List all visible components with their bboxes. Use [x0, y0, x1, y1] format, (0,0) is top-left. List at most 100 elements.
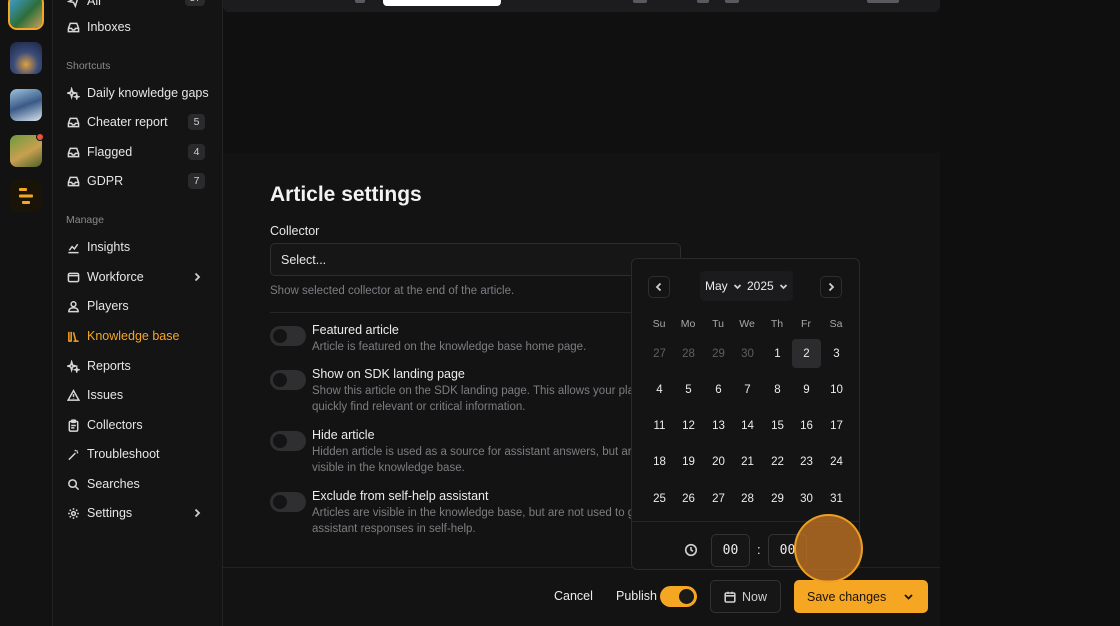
cancel-button[interactable]: Cancel [554, 589, 593, 603]
sidebar-item-label: Reports [87, 359, 131, 373]
workspace-avatar-3[interactable] [10, 89, 42, 121]
calendar-day[interactable]: 4 [645, 375, 674, 404]
sidebar-item-workforce[interactable]: Workforce [59, 264, 211, 290]
sidebar-item-collectors[interactable]: Collectors [59, 412, 211, 438]
calendar-day[interactable]: 1 [763, 339, 792, 368]
chevron-left-icon [655, 282, 662, 292]
calendar-day[interactable]: 15 [763, 411, 792, 440]
calendar-day[interactable]: 9 [792, 375, 821, 404]
prev-month-button[interactable] [648, 276, 670, 298]
sidebar-item-label: Issues [87, 388, 124, 402]
window-icon [66, 270, 80, 284]
weekday-label: Th [770, 318, 784, 330]
calendar-day[interactable]: 30 [792, 484, 821, 513]
calendar-day[interactable]: 29 [763, 484, 792, 513]
sparkle-icon [66, 86, 80, 100]
calendar-day[interactable]: 3 [822, 339, 851, 368]
weekday-label: Fr [801, 318, 811, 330]
toolbar-icon[interactable] [867, 0, 899, 3]
workspace-avatar-4[interactable] [10, 133, 44, 167]
sidebar-item-inboxes[interactable]: Inboxes [59, 14, 211, 40]
inbox-icon [66, 174, 80, 188]
calendar-day[interactable]: 18 [645, 447, 674, 476]
calendar-day[interactable]: 20 [704, 447, 733, 476]
calendar-day[interactable]: 19 [674, 447, 703, 476]
sidebar-item-label: Inboxes [87, 20, 131, 34]
workspace-avatar-2[interactable] [10, 42, 42, 74]
sidebar-item-label: Troubleshoot [87, 447, 160, 461]
inbox-icon [66, 145, 80, 159]
calendar-day[interactable]: 11 [645, 411, 674, 440]
brand-logo[interactable] [10, 180, 42, 212]
toggle-title: Hide article [312, 428, 375, 442]
calendar-day[interactable]: 31 [822, 484, 851, 513]
publish-toggle[interactable] [660, 586, 697, 607]
exclude-assistant-toggle[interactable] [270, 492, 306, 512]
hour-input[interactable]: 00 [711, 534, 750, 567]
sidebar-item-knowledge-base[interactable]: Knowledge base [59, 323, 211, 349]
sidebar-item-flagged[interactable]: Flagged 4 [59, 139, 211, 165]
calendar-day[interactable]: 23 [792, 447, 821, 476]
sidebar-item-issues[interactable]: Issues [59, 382, 211, 408]
calendar-day[interactable]: 21 [733, 447, 762, 476]
month-select[interactable]: May [700, 271, 747, 301]
sidebar-item-reports[interactable]: Reports [59, 353, 211, 379]
sdk-landing-toggle[interactable] [270, 370, 306, 390]
save-changes-button[interactable]: Save changes [794, 580, 928, 613]
calendar-day[interactable]: 28 [674, 339, 703, 368]
collector-label: Collector [270, 224, 320, 238]
calendar-day[interactable]: 12 [674, 411, 703, 440]
calendar-day[interactable]: 27 [704, 484, 733, 513]
calendar-day[interactable]: 16 [792, 411, 821, 440]
calendar-day[interactable]: 2 [792, 339, 821, 368]
calendar-day[interactable]: 13 [704, 411, 733, 440]
calendar-day[interactable]: 5 [674, 375, 703, 404]
sidebar-item-insights[interactable]: Insights [59, 234, 211, 260]
sidebar-item-label: Collectors [87, 418, 143, 432]
calendar-day[interactable]: 8 [763, 375, 792, 404]
hide-article-toggle[interactable] [270, 431, 306, 451]
sidebar-item-players[interactable]: Players [59, 293, 211, 319]
sidebar-item-settings[interactable]: Settings [59, 500, 211, 526]
featured-article-toggle[interactable] [270, 326, 306, 346]
now-button[interactable]: Now [710, 580, 781, 613]
workspace-rail [0, 0, 53, 626]
calendar-day[interactable]: 25 [645, 484, 674, 513]
sidebar-item-searches[interactable]: Searches [59, 471, 211, 497]
calendar-day[interactable]: 30 [733, 339, 762, 368]
next-month-button[interactable] [820, 276, 842, 298]
calendar-day[interactable]: 26 [674, 484, 703, 513]
calendar-day[interactable]: 27 [645, 339, 674, 368]
toolbar-icon[interactable] [725, 0, 739, 3]
sidebar-item-label: Cheater report [87, 115, 168, 129]
year-select[interactable]: 2025 [742, 271, 793, 301]
sidebar-item-label: GDPR [87, 174, 124, 188]
sidebar-item-cheater-report[interactable]: Cheater report 5 [59, 109, 211, 135]
sidebar-item-daily-knowledge-gaps[interactable]: Daily knowledge gaps [59, 80, 211, 106]
wand-icon [66, 447, 80, 461]
calendar-day[interactable]: 29 [704, 339, 733, 368]
toolbar-icon[interactable] [633, 0, 647, 3]
toolbar-icon[interactable] [355, 0, 365, 3]
toggle-description: Articles are visible in the knowledge ba… [312, 507, 635, 535]
sidebar-item-troubleshoot[interactable]: Troubleshoot [59, 441, 211, 467]
calendar-day[interactable]: 6 [704, 375, 733, 404]
calendar-day[interactable]: 14 [733, 411, 762, 440]
chevron-down-icon[interactable] [903, 591, 914, 602]
sidebar-item-gdpr[interactable]: GDPR 7 [59, 168, 211, 194]
collector-select[interactable]: Select... [270, 243, 681, 276]
sidebar-item-all[interactable]: All 37 [59, 0, 211, 14]
calendar-day[interactable]: 17 [822, 411, 851, 440]
clock-icon [684, 543, 698, 557]
toolbar-icon[interactable] [697, 0, 709, 3]
calendar-day[interactable]: 10 [822, 375, 851, 404]
publish-label: Publish [616, 589, 657, 603]
calendar-day[interactable]: 22 [763, 447, 792, 476]
sidebar-badge: 4 [188, 144, 205, 160]
calendar-day[interactable]: 24 [822, 447, 851, 476]
calendar-day[interactable]: 28 [733, 484, 762, 513]
warning-icon [66, 388, 80, 402]
workspace-avatar-1[interactable] [8, 0, 44, 30]
toolbar-active-tab[interactable] [383, 0, 501, 6]
calendar-day[interactable]: 7 [733, 375, 762, 404]
